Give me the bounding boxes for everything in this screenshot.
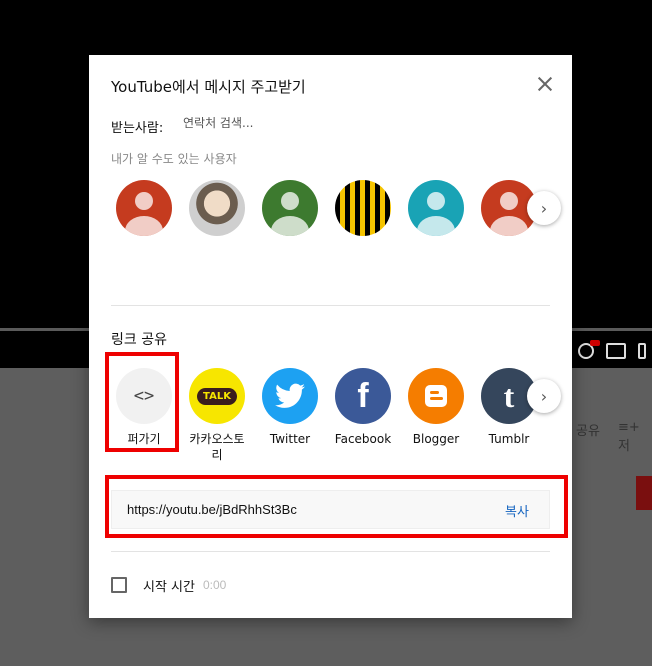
share-target-label: Facebook	[334, 432, 392, 446]
miniplayer-icon[interactable]	[606, 343, 626, 359]
blogger-icon	[408, 368, 464, 424]
recipient-label: 받는사람:	[111, 121, 164, 136]
embed-highlight-box	[105, 352, 179, 452]
contact-avatar-pattern[interactable]	[335, 180, 391, 236]
start-time-value: 0:00	[202, 578, 227, 592]
share-target-label: 카카오스토리	[189, 432, 245, 462]
contacts-next-chevron-icon[interactable]: ›	[527, 191, 561, 225]
contact-avatar-photo[interactable]	[189, 180, 245, 236]
start-time-checkbox[interactable]	[111, 577, 127, 593]
dialog-title: YouTube에서 메시지 주고받기	[111, 78, 306, 96]
start-time-label: 시작 시간	[143, 579, 195, 595]
start-time-row: 시작 시간 0:00	[111, 574, 226, 596]
close-icon[interactable]	[535, 74, 555, 94]
share-facebook-button[interactable]: f Facebook	[328, 368, 398, 447]
background-subscribe-button[interactable]	[636, 476, 652, 510]
share-kakao-button[interactable]: TALK 카카오스토리	[182, 368, 252, 463]
share-target-label: Twitter	[269, 432, 311, 446]
contact-avatar[interactable]	[116, 180, 172, 236]
contact-search-input[interactable]	[181, 115, 465, 131]
divider	[111, 305, 550, 306]
url-highlight-box	[105, 475, 568, 538]
background-share-button[interactable]: 공유	[576, 420, 600, 439]
settings-gear-icon[interactable]	[578, 340, 600, 359]
suggested-contacts-row: ›	[116, 180, 566, 236]
theater-icon[interactable]	[638, 343, 646, 359]
suggested-contacts-label: 내가 알 수도 있는 사용자	[111, 152, 237, 166]
divider	[111, 551, 550, 552]
contact-avatar[interactable]	[408, 180, 464, 236]
recipient-row: 받는사람:	[111, 115, 465, 136]
kakao-talk-icon: TALK	[189, 368, 245, 424]
facebook-icon: f	[335, 368, 391, 424]
contact-avatar[interactable]	[262, 180, 318, 236]
share-twitter-button[interactable]: Twitter	[255, 368, 325, 447]
share-target-label: Blogger	[412, 432, 460, 446]
twitter-icon	[262, 368, 318, 424]
background-add-button[interactable]: ≡+ 저	[618, 420, 652, 454]
share-dialog: YouTube에서 메시지 주고받기 받는사람: 내가 알 수도 있는 사용자 …	[89, 55, 572, 618]
share-next-chevron-icon[interactable]: ›	[527, 379, 561, 413]
share-target-label: Tumblr	[488, 432, 530, 446]
player-controls	[578, 340, 652, 362]
link-share-heading: 링크 공유	[111, 332, 167, 348]
share-blogger-button[interactable]: Blogger	[401, 368, 471, 447]
share-targets-row: <> 퍼가기 TALK 카카오스토리 Twitter f Facebook Bl…	[116, 368, 566, 468]
